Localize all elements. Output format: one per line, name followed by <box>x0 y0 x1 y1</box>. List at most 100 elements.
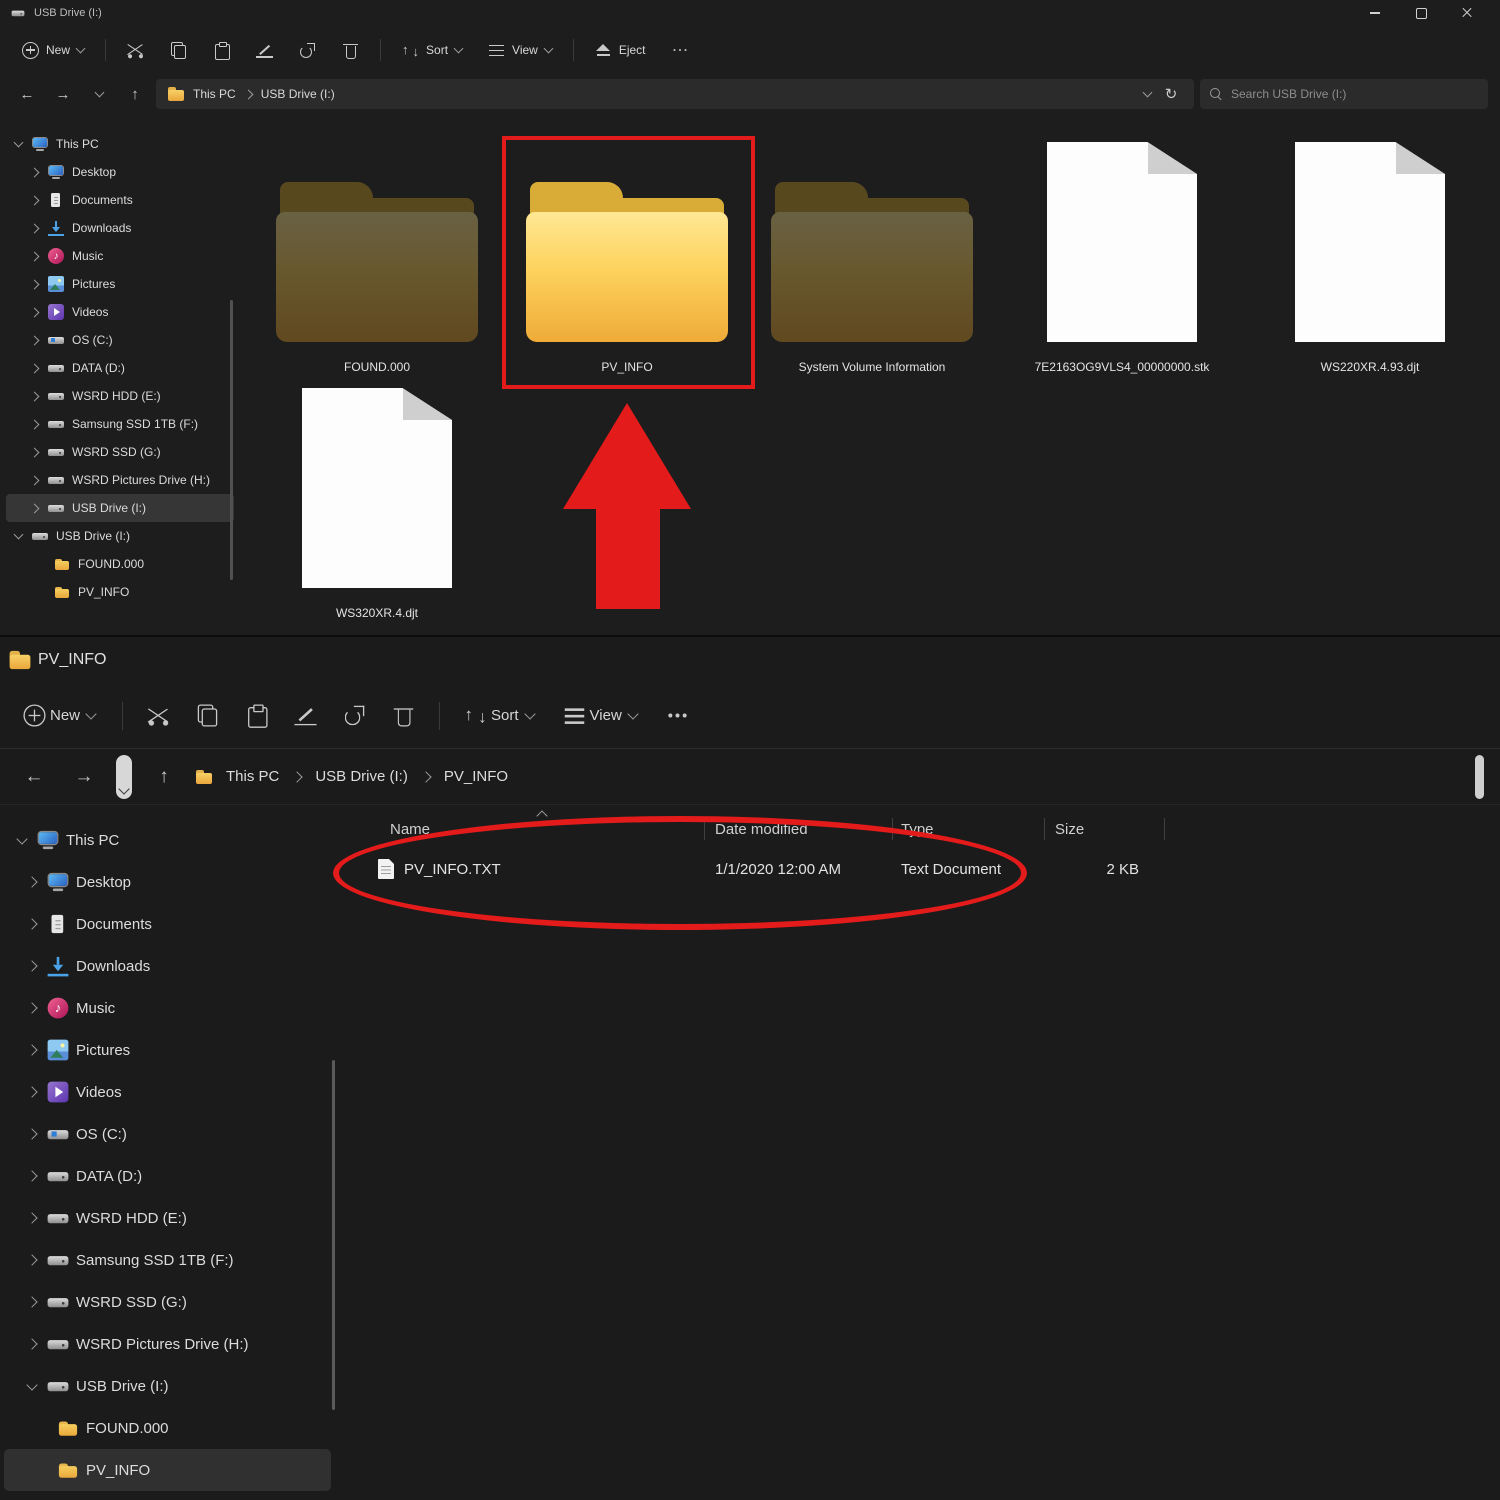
search-input[interactable] <box>1231 87 1478 101</box>
sidebar-item-usb-drive-i-root[interactable]: USB Drive (I:) <box>6 522 234 550</box>
sort-button[interactable]: Sort <box>394 36 470 65</box>
share-button[interactable] <box>338 701 371 730</box>
document-icon <box>48 914 69 935</box>
sidebar-item-this-pc[interactable]: This PC <box>6 130 234 158</box>
explorer-window-usb-drive: USB Drive (I:) New Sort <box>0 0 1500 635</box>
back-button[interactable]: ← <box>16 759 52 795</box>
paste-button[interactable] <box>205 36 238 65</box>
breadcrumb-usb-drive[interactable]: USB Drive (I:) <box>261 87 335 101</box>
sidebar-item-data-d[interactable]: DATA (D:) <box>6 354 234 382</box>
sidebar-item-wsrd-hdd-e[interactable]: WSRD HDD (E:) <box>6 382 234 410</box>
chevron-right-icon <box>420 771 431 782</box>
recent-locations-button[interactable] <box>116 755 132 799</box>
sidebar-item-music[interactable]: Music <box>6 242 234 270</box>
view-button[interactable]: View <box>480 36 560 65</box>
chevron-right-icon <box>26 1212 37 1223</box>
sidebar-item-usb-drive-i[interactable]: USB Drive (I:) <box>4 1365 331 1407</box>
eject-button[interactable]: Eject <box>587 36 654 65</box>
address-scrollbar[interactable] <box>1475 755 1484 799</box>
sidebar-item-usb-drive-i[interactable]: USB Drive (I:) <box>6 494 234 522</box>
more-button[interactable] <box>664 36 697 65</box>
up-button[interactable]: ↑ <box>146 759 182 795</box>
breadcrumb-this-pc[interactable]: This PC <box>226 768 279 785</box>
sidebar-item-os-c[interactable]: OS (C:) <box>4 1113 331 1155</box>
address-dropdown-icon[interactable] <box>1143 88 1153 98</box>
sidebar-item-pictures[interactable]: Pictures <box>6 270 234 298</box>
rename-button[interactable] <box>248 36 281 65</box>
sidebar-item-this-pc[interactable]: This PC <box>4 819 331 861</box>
breadcrumb-this-pc[interactable]: This PC <box>193 87 236 101</box>
close-button[interactable] <box>1444 1 1490 25</box>
sidebar-item-desktop[interactable]: Desktop <box>4 861 331 903</box>
column-header-name[interactable]: Name <box>350 811 705 847</box>
sidebar-item-data-d[interactable]: DATA (D:) <box>4 1155 331 1197</box>
file-label: WS220XR.4.93.djt <box>1321 360 1420 374</box>
sidebar-item-music[interactable]: Music <box>4 987 331 1029</box>
sidebar-item-pictures[interactable]: Pictures <box>4 1029 331 1071</box>
back-button[interactable]: ← <box>12 80 42 108</box>
sidebar-item-pv-info[interactable]: PV_INFO <box>4 1449 331 1491</box>
table-row-pv-info-txt[interactable]: PV_INFO.TXT 1/1/2020 12:00 AM Text Docum… <box>350 847 1500 891</box>
forward-button[interactable]: → <box>48 80 78 108</box>
column-header-date-modified[interactable]: Date modified <box>705 811 893 847</box>
rename-button[interactable] <box>289 701 322 730</box>
sidebar-item-downloads[interactable]: Downloads <box>4 945 331 987</box>
file-tile-system-volume-information[interactable]: System Volume Information <box>762 152 982 374</box>
sidebar-item-samsung-ssd-f[interactable]: Samsung SSD 1TB (F:) <box>4 1239 331 1281</box>
breadcrumb-pv-info[interactable]: PV_INFO <box>444 768 508 785</box>
file-tile-stk[interactable]: 7E2163OG9VLS4_00000000.stk <box>1012 152 1232 374</box>
sidebar-item-os-c[interactable]: OS (C:) <box>6 326 234 354</box>
delete-button[interactable] <box>387 701 420 730</box>
maximize-button[interactable] <box>1398 1 1444 25</box>
minimize-button[interactable] <box>1352 1 1398 25</box>
rename-icon <box>294 704 316 726</box>
sidebar-item-documents[interactable]: Documents <box>4 903 331 945</box>
sidebar-item-samsung-ssd-f[interactable]: Samsung SSD 1TB (F:) <box>6 410 234 438</box>
address-bar[interactable]: This PC USB Drive (I:) ↻ <box>156 79 1194 109</box>
sidebar-item-documents[interactable]: Documents <box>6 186 234 214</box>
view-button[interactable]: View <box>558 701 645 730</box>
forward-button[interactable]: → <box>66 759 102 795</box>
sidebar-item-videos[interactable]: Videos <box>6 298 234 326</box>
column-header-type[interactable]: Type <box>893 811 1045 847</box>
chevron-right-icon <box>29 391 39 401</box>
share-button[interactable] <box>291 36 324 65</box>
file-tile-pv-info[interactable]: PV_INFO <box>517 152 737 374</box>
sidebar-item-wsrd-pictures-h[interactable]: WSRD Pictures Drive (H:) <box>4 1323 331 1365</box>
file-tile-found000[interactable]: FOUND.000 <box>267 152 487 374</box>
copy-button[interactable] <box>191 701 224 730</box>
sidebar-item-desktop[interactable]: Desktop <box>6 158 234 186</box>
cut-button[interactable] <box>119 36 152 65</box>
new-button[interactable]: New <box>18 701 103 730</box>
file-tile-ws320xr[interactable]: WS320XR.4.djt <box>267 398 487 620</box>
sidebar-item-found000[interactable]: FOUND.000 <box>4 1407 331 1449</box>
sidebar-item-wsrd-ssd-g[interactable]: WSRD SSD (G:) <box>6 438 234 466</box>
sidebar-item-wsrd-ssd-g[interactable]: WSRD SSD (G:) <box>4 1281 331 1323</box>
breadcrumb-usb-drive[interactable]: USB Drive (I:) <box>315 768 408 785</box>
chevron-right-icon <box>26 1296 37 1307</box>
sidebar-item-videos[interactable]: Videos <box>4 1071 331 1113</box>
sidebar-item-found000[interactable]: FOUND.000 <box>6 550 234 578</box>
recent-locations-button[interactable] <box>84 80 114 108</box>
chevron-down-icon <box>13 138 23 148</box>
usb-drive-icon <box>32 528 48 544</box>
sidebar-scrollbar[interactable] <box>332 1060 335 1410</box>
refresh-button[interactable]: ↻ <box>1160 80 1182 108</box>
sidebar-item-wsrd-pictures-h[interactable]: WSRD Pictures Drive (H:) <box>6 466 234 494</box>
new-button[interactable]: New <box>14 36 92 65</box>
paste-button[interactable] <box>240 701 273 730</box>
search-box[interactable] <box>1200 79 1488 109</box>
sort-button[interactable]: Sort <box>459 701 542 730</box>
copy-button[interactable] <box>162 36 195 65</box>
file-tile-ws220xr[interactable]: WS220XR.4.93.djt <box>1260 152 1480 374</box>
command-bar: New Sort View Eje <box>0 26 1500 74</box>
sidebar-scrollbar[interactable] <box>230 300 233 580</box>
up-button[interactable]: ↑ <box>120 80 150 108</box>
cut-button[interactable] <box>142 701 175 730</box>
sidebar-item-wsrd-hdd-e[interactable]: WSRD HDD (E:) <box>4 1197 331 1239</box>
column-header-size[interactable]: Size <box>1045 811 1165 847</box>
delete-button[interactable] <box>334 36 367 65</box>
sidebar-item-downloads[interactable]: Downloads <box>6 214 234 242</box>
sidebar-item-pv-info[interactable]: PV_INFO <box>6 578 234 606</box>
more-button[interactable] <box>661 701 694 730</box>
